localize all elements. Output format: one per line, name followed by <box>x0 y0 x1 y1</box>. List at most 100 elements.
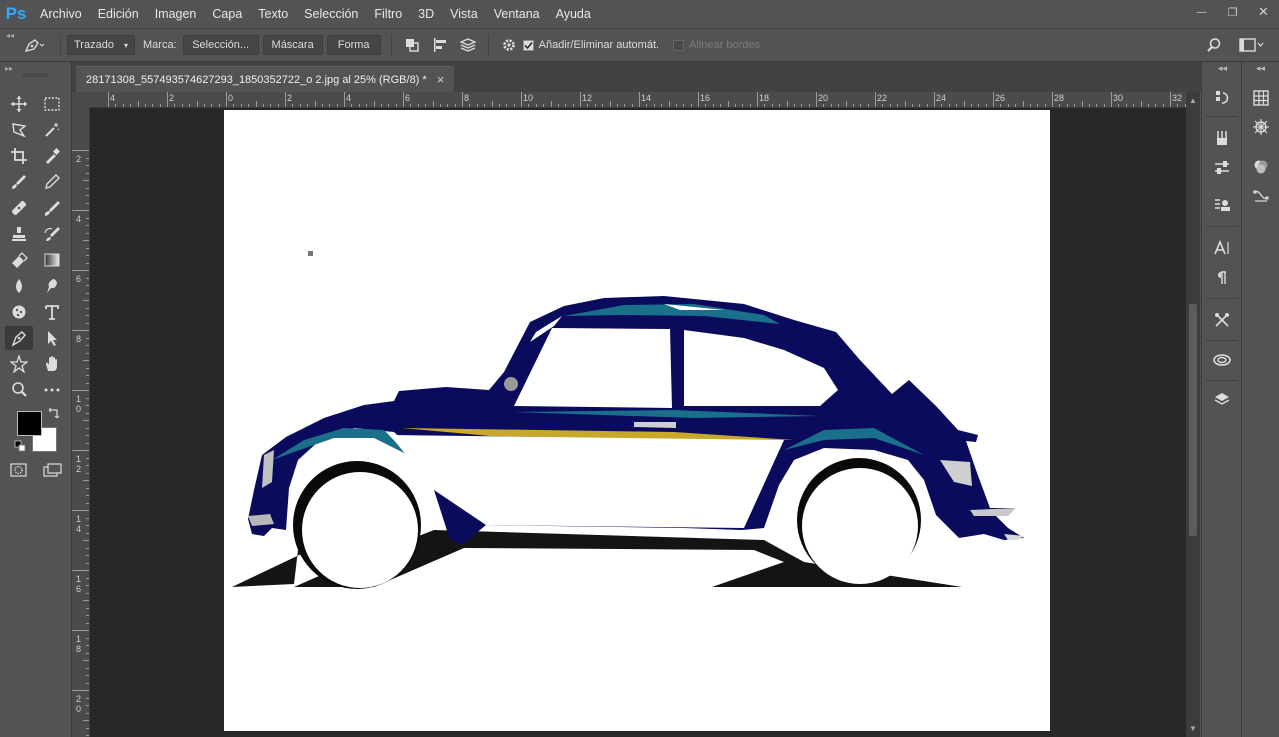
gradient-tool-button[interactable] <box>38 248 66 272</box>
menu-item-5[interactable]: Selección <box>296 0 366 28</box>
quick-mask-button[interactable] <box>9 462 29 481</box>
minimize-button[interactable]: — <box>1186 0 1217 24</box>
smudge-brush-tool-button[interactable] <box>38 196 66 220</box>
ruler-tick <box>852 104 854 107</box>
toolbar-grip[interactable] <box>22 74 48 77</box>
vertical-scrollbar[interactable]: ▲ ▼ <box>1186 92 1200 737</box>
scroll-down-arrow[interactable]: ▼ <box>1189 724 1197 733</box>
toolbar-collapse-handle[interactable]: ▸▸ <box>5 64 13 73</box>
clone-source-panel-button[interactable] <box>1206 192 1238 220</box>
ruler-tick <box>72 330 89 331</box>
foreground-color-swatch[interactable] <box>17 411 42 436</box>
eyedropper-tool-button[interactable] <box>38 144 66 168</box>
path-arrangement-button[interactable] <box>454 34 482 56</box>
options-collapse-handle[interactable]: ◂◂ <box>6 31 14 40</box>
canvas-workspace[interactable] <box>90 108 1186 737</box>
menu-item-4[interactable]: Texto <box>250 0 296 28</box>
swap-colors-button[interactable] <box>48 407 60 422</box>
healing-tool-button[interactable] <box>5 196 33 220</box>
adjustments-panel-button[interactable] <box>1245 153 1277 181</box>
more-tools-button[interactable] <box>38 378 66 402</box>
tool-preset-picker[interactable] <box>14 34 54 56</box>
tool-presets-panel-button[interactable] <box>1206 306 1238 334</box>
pen-tool-button[interactable] <box>5 326 33 350</box>
paths-panel-button[interactable] <box>1245 182 1277 210</box>
checkmark-icon <box>524 41 533 49</box>
panel-dock-collapse-handle[interactable]: ◂◂ <box>1256 63 1265 74</box>
type-tool-button[interactable] <box>38 300 66 324</box>
navigator-panel-button[interactable] <box>1245 113 1277 141</box>
panel-dock-collapse-handle[interactable]: ◂◂ <box>1218 63 1227 74</box>
ruler-top-label: 20 <box>818 93 829 103</box>
seleccion-button[interactable]: Selección... <box>182 35 259 55</box>
ruler-tick <box>1037 104 1039 107</box>
ruler-tick <box>83 180 89 181</box>
menu-item-1[interactable]: Edición <box>90 0 147 28</box>
hand-tool-button[interactable] <box>38 352 66 376</box>
brushes-panel-button[interactable] <box>1206 124 1238 152</box>
dodge-tool-button[interactable] <box>38 274 66 298</box>
menu-item-10[interactable]: Ayuda <box>548 0 599 28</box>
color-panel-button[interactable] <box>1245 84 1277 112</box>
eraser-tool-button[interactable] <box>5 248 33 272</box>
menu-item-2[interactable]: Imagen <box>147 0 205 28</box>
paragraph-panel-button[interactable] <box>1206 264 1238 292</box>
sponge-tool-button[interactable] <box>5 300 33 324</box>
document-tab[interactable]: 28171308_557493574627293_1850352722_o 2.… <box>76 66 455 92</box>
blur-tool-button[interactable] <box>5 274 33 298</box>
history-brush-tool-button[interactable] <box>38 222 66 246</box>
marquee-tool-button[interactable] <box>38 92 66 116</box>
history-panel-button[interactable] <box>1206 84 1238 112</box>
magic-wand-tool-button[interactable] <box>38 118 66 142</box>
car-side-mirror <box>504 377 518 391</box>
menu-item-0[interactable]: Archivo <box>32 0 90 28</box>
ruler-tick <box>454 104 456 107</box>
mode-select[interactable]: Trazado ▾ <box>67 35 135 55</box>
workspace-switcher-button[interactable] <box>1234 34 1268 56</box>
mascara-button[interactable]: Máscara <box>262 35 323 55</box>
scrollbar-thumb[interactable] <box>1189 304 1197 536</box>
close-window-button[interactable]: ✕ <box>1248 0 1279 24</box>
brush-tool-button[interactable] <box>5 170 33 194</box>
path-selection-tool-button[interactable] <box>38 326 66 350</box>
ruler-tick <box>491 101 493 107</box>
character-panel-button[interactable] <box>1206 234 1238 262</box>
ruler-tick <box>1103 104 1105 107</box>
ruler-tick <box>712 104 714 107</box>
menu-item-6[interactable]: Filtro <box>366 0 410 28</box>
menu-item-7[interactable]: 3D <box>410 0 442 28</box>
ruler-left-label: 6 <box>76 274 82 284</box>
ruler-corner[interactable] <box>72 92 90 108</box>
path-alignment-button[interactable] <box>426 34 454 56</box>
ruler-tick <box>86 555 89 556</box>
brush-icon <box>1217 131 1227 145</box>
forma-button[interactable]: Forma <box>326 35 381 55</box>
path-operations-button[interactable] <box>398 34 426 56</box>
vertical-ruler[interactable]: 2 4 6 8 10 12 14 16 18 20 <box>72 108 90 737</box>
align-edges-checkbox[interactable] <box>673 39 685 51</box>
layers-panel-button[interactable] <box>1206 386 1238 414</box>
search-button[interactable] <box>1200 34 1228 56</box>
ruler-tick <box>86 645 89 646</box>
geometry-settings-button[interactable] <box>495 34 523 56</box>
auto-add-delete-checkbox[interactable] <box>522 39 534 51</box>
lasso-tool-button[interactable] <box>5 118 33 142</box>
menu-item-9[interactable]: Ventana <box>486 0 548 28</box>
document-canvas[interactable] <box>224 110 1050 731</box>
menu-item-3[interactable]: Capa <box>204 0 250 28</box>
close-tab-icon[interactable]: × <box>437 72 445 87</box>
clone-stamp-tool-button[interactable] <box>5 222 33 246</box>
move-tool-button[interactable] <box>5 92 33 116</box>
crop-tool-button[interactable] <box>5 144 33 168</box>
brush-settings-panel-button[interactable] <box>1206 154 1238 182</box>
zoom-tool-button[interactable] <box>5 378 33 402</box>
default-colors-button[interactable] <box>14 440 26 455</box>
menu-item-8[interactable]: Vista <box>442 0 486 28</box>
scroll-up-arrow[interactable]: ▲ <box>1189 96 1197 105</box>
restore-button[interactable]: ❐ <box>1217 0 1248 24</box>
custom-shape-tool-button[interactable] <box>5 352 33 376</box>
pencil-tool-button[interactable] <box>38 170 66 194</box>
libraries-panel-button[interactable] <box>1206 346 1238 374</box>
screen-mode-button[interactable] <box>42 462 64 481</box>
horizontal-ruler[interactable]: 4 2 0 2 4 6 8 10 12 14 16 18 20 22 24 26 28 30 32 <box>90 92 1186 108</box>
